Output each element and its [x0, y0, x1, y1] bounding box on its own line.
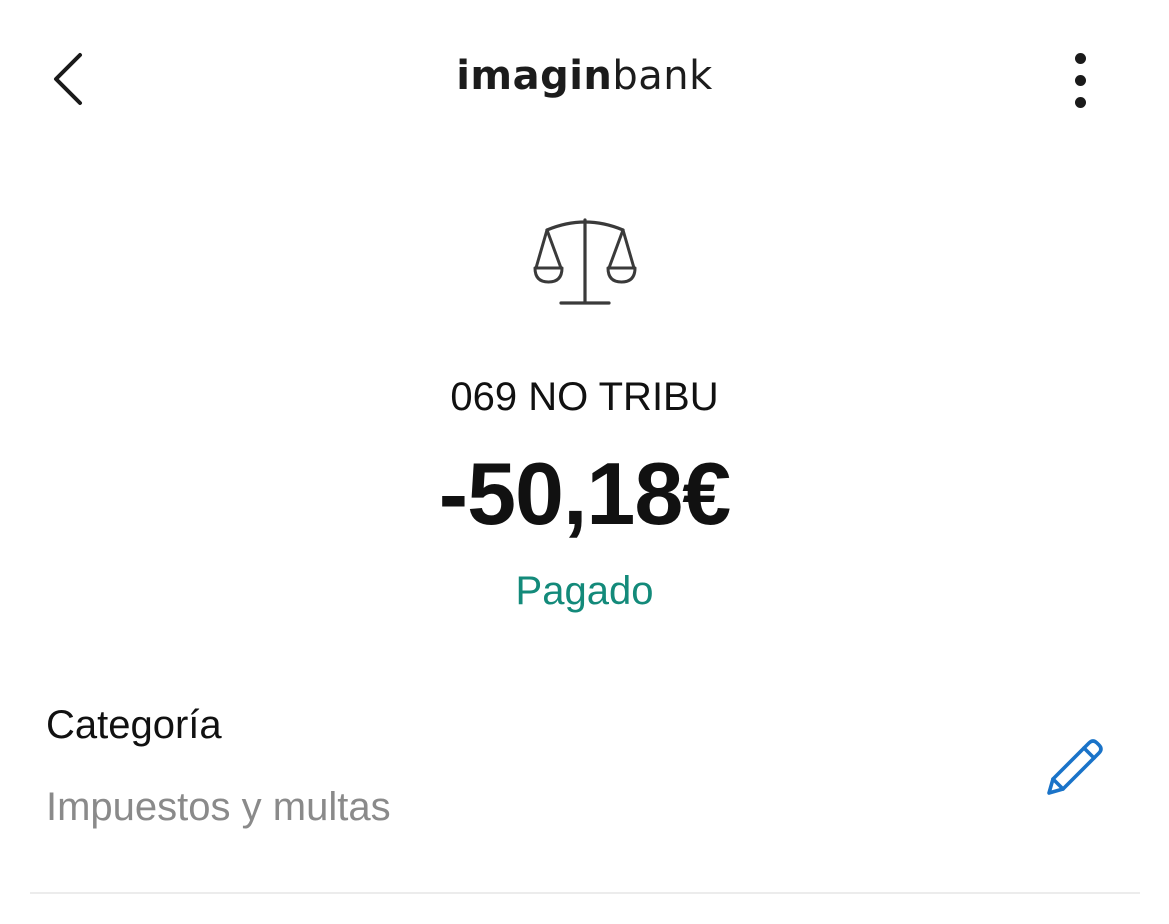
logo-light-text: bank: [612, 53, 713, 99]
transaction-amount: -50,18€: [438, 444, 731, 543]
merchant-name: 069 NO TRIBU: [450, 375, 719, 419]
status-badge: Pagado: [515, 569, 654, 613]
edit-category-button[interactable]: [1036, 730, 1112, 806]
more-vertical-icon-dot: [1074, 96, 1086, 108]
app-header: imaginbank: [0, 0, 1169, 150]
more-options-button[interactable]: [1050, 40, 1110, 120]
logo-bold-text: imagin: [456, 53, 613, 99]
imaginbank-logo: imaginbank: [0, 48, 1169, 104]
category-label: Categoría: [46, 703, 222, 747]
divider: [30, 892, 1140, 894]
category-row: Categoría Impuestos y multas: [0, 690, 1169, 895]
pencil-icon: [1047, 739, 1103, 795]
more-vertical-icon-dot: [1074, 74, 1086, 86]
scale-icon: [525, 210, 645, 315]
more-vertical-icon: [1074, 52, 1086, 64]
category-value: Impuestos y multas: [46, 785, 391, 829]
